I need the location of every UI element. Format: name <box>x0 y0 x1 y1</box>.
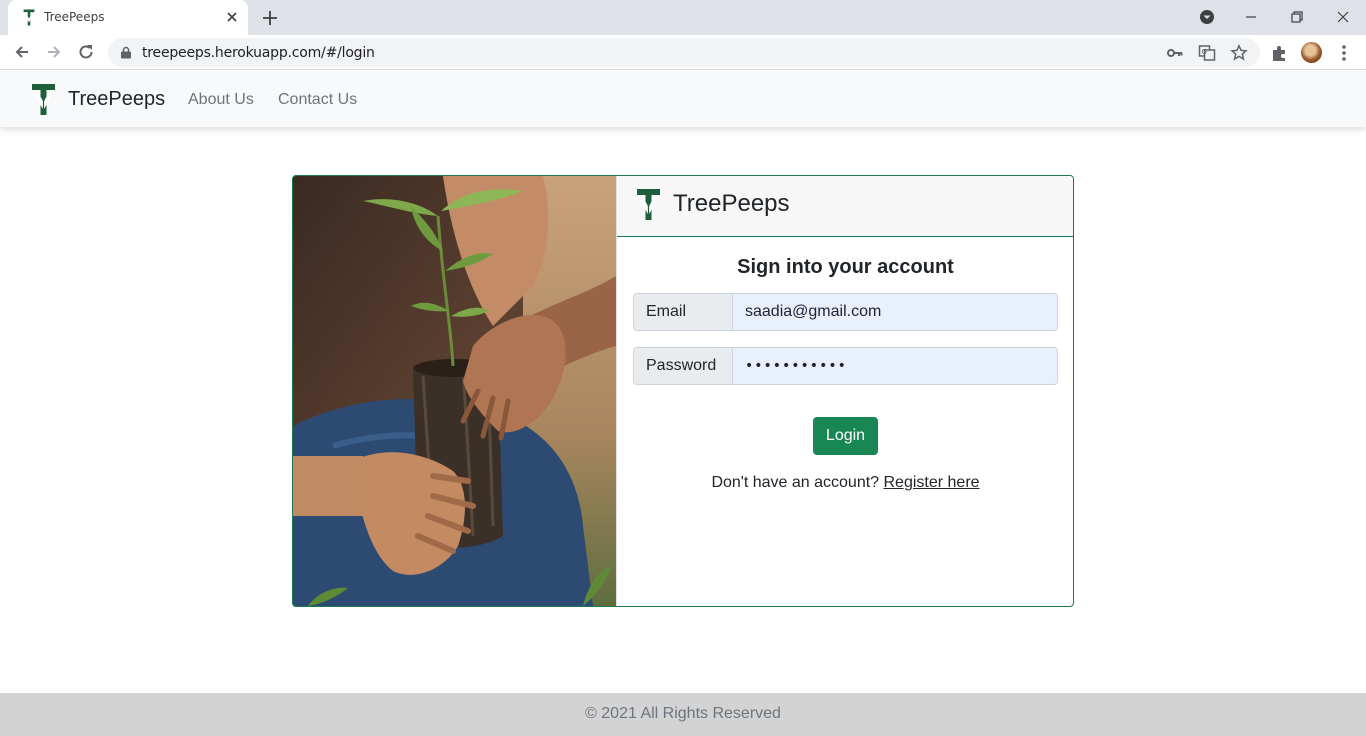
email-label: Email <box>634 294 733 330</box>
password-label: Password <box>634 348 733 384</box>
profile-avatar[interactable] <box>1301 42 1322 63</box>
treepeeps-logo-icon[interactable] <box>31 83 56 116</box>
brand-name[interactable]: TreePeeps <box>68 88 165 111</box>
password-input-group: Password <box>633 347 1058 385</box>
restore-icon[interactable] <box>1286 6 1308 28</box>
site-navbar: TreePeeps About Us Contact Us <box>0 71 1366 127</box>
register-prompt-line: Don't have an account? Register here <box>617 474 1073 492</box>
login-card-brand: TreePeeps <box>673 190 790 217</box>
login-card: TreePeeps Sign into your account Email P… <box>292 175 1074 607</box>
new-tab-icon[interactable] <box>260 8 280 28</box>
bookmark-star-icon[interactable] <box>1230 44 1248 62</box>
extensions-icon[interactable] <box>1270 43 1290 63</box>
close-window-icon[interactable] <box>1332 6 1354 28</box>
minimize-icon[interactable] <box>1240 6 1262 28</box>
more-menu-icon[interactable] <box>1334 43 1354 63</box>
tab-title: TreePeeps <box>44 10 105 24</box>
translate-icon[interactable]: G <box>1198 44 1216 62</box>
tab-search-icon[interactable] <box>1196 6 1218 28</box>
svg-text:G: G <box>1202 48 1207 56</box>
browser-toolbar: treepeeps.herokuapp.com/#/login G <box>0 35 1366 70</box>
login-button[interactable]: Login <box>813 417 878 455</box>
email-field[interactable] <box>733 294 1057 330</box>
login-title: Sign into your account <box>737 256 954 278</box>
password-field[interactable] <box>733 348 1057 384</box>
lock-icon <box>121 46 131 59</box>
reload-icon[interactable] <box>76 42 96 62</box>
browser-tab-bar: TreePeeps <box>0 0 1366 35</box>
nav-link-contact-us[interactable]: Contact Us <box>278 91 357 109</box>
login-card-header: TreePeeps <box>617 176 1073 237</box>
forward-arrow-icon[interactable] <box>44 42 64 62</box>
login-form-panel: TreePeeps Sign into your account Email P… <box>616 176 1073 606</box>
register-prompt-text: Don't have an account? <box>711 474 884 491</box>
browser-tab[interactable]: TreePeeps <box>8 0 248 35</box>
site-footer: © 2021 All Rights Reserved <box>0 693 1366 736</box>
address-bar[interactable]: treepeeps.herokuapp.com/#/login G <box>108 38 1260 67</box>
close-tab-icon[interactable] <box>224 9 240 25</box>
key-icon[interactable] <box>1166 44 1184 62</box>
treepeeps-favicon-icon <box>23 9 35 26</box>
planting-photo <box>293 176 616 606</box>
copyright-text: © 2021 All Rights Reserved <box>585 705 781 722</box>
back-arrow-icon[interactable] <box>12 42 32 62</box>
email-input-group: Email <box>633 293 1058 331</box>
url-text: treepeeps.herokuapp.com/#/login <box>142 45 375 61</box>
hands-holding-seedling-image <box>293 176 616 606</box>
nav-link-about-us[interactable]: About Us <box>188 91 254 109</box>
treepeeps-logo-icon <box>637 189 660 220</box>
register-link[interactable]: Register here <box>884 474 980 491</box>
